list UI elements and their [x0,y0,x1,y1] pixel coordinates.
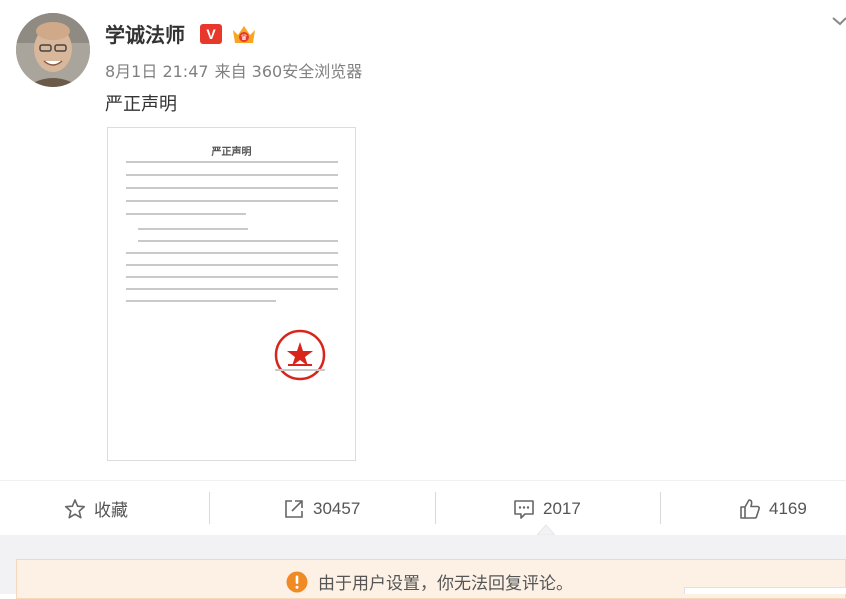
panel-tab-edge [684,587,846,594]
thumbs-up-icon [740,498,760,519]
author-name[interactable]: 学诚法师 [105,19,185,48]
doc-date-line [275,369,325,371]
doc-text-line [138,240,338,242]
notice-text: 由于用户设置，你无法回复评论。 [318,574,573,594]
doc-text-line [126,213,246,215]
doc-text-line [126,174,338,176]
doc-text-line [126,252,338,254]
avatar-portrait [16,13,90,87]
svg-text:♛: ♛ [240,33,247,42]
like-button[interactable]: 4169 [739,481,807,536]
post-text: 严正声明 [105,94,177,115]
repost-count: 30457 [313,498,361,518]
red-seal-stamp [274,329,326,381]
action-bar: 收藏 30457 2017 4169 [0,480,846,535]
comment-icon [514,499,534,519]
image-doc-title: 严正声明 [211,147,252,158]
weibo-post: 学诚法师 V ♛ 8月1日 21:47 来自 360安全浏览器 严正声明 严正声明 [0,0,846,480]
divider [209,492,210,524]
doc-text-line [138,228,248,230]
doc-text-line [126,200,338,202]
post-image[interactable]: 严正声明 [107,127,356,461]
verified-badge-icon: V [200,24,222,44]
repost-button[interactable]: 30457 [283,481,360,536]
favorite-button[interactable]: 收藏 [64,481,128,536]
favorite-label: 收藏 [94,501,128,520]
warning-icon [286,571,308,592]
divider [435,492,436,524]
doc-text-line [126,187,338,189]
post-source: 来自 360安全浏览器 [214,62,363,81]
post-time[interactable]: 8月1日 21:47 [105,62,209,81]
author-avatar[interactable] [16,13,90,87]
post-meta: 8月1日 21:47 来自 360安全浏览器 [105,58,362,82]
crown-icon[interactable]: ♛ [230,21,258,47]
chevron-down-icon[interactable] [830,8,846,30]
notice-content: 由于用户设置，你无法回复评论。 [286,569,573,594]
comment-panel-caret [537,524,555,535]
share-icon [285,499,303,518]
doc-text-line [126,276,338,278]
doc-text-line [126,161,338,163]
doc-text-line [126,288,338,290]
doc-text-line [126,264,338,266]
comment-count: 2017 [543,498,581,518]
divider [660,492,661,524]
star-icon [64,498,86,519]
like-count: 4169 [769,498,807,518]
doc-text-line [126,300,276,302]
